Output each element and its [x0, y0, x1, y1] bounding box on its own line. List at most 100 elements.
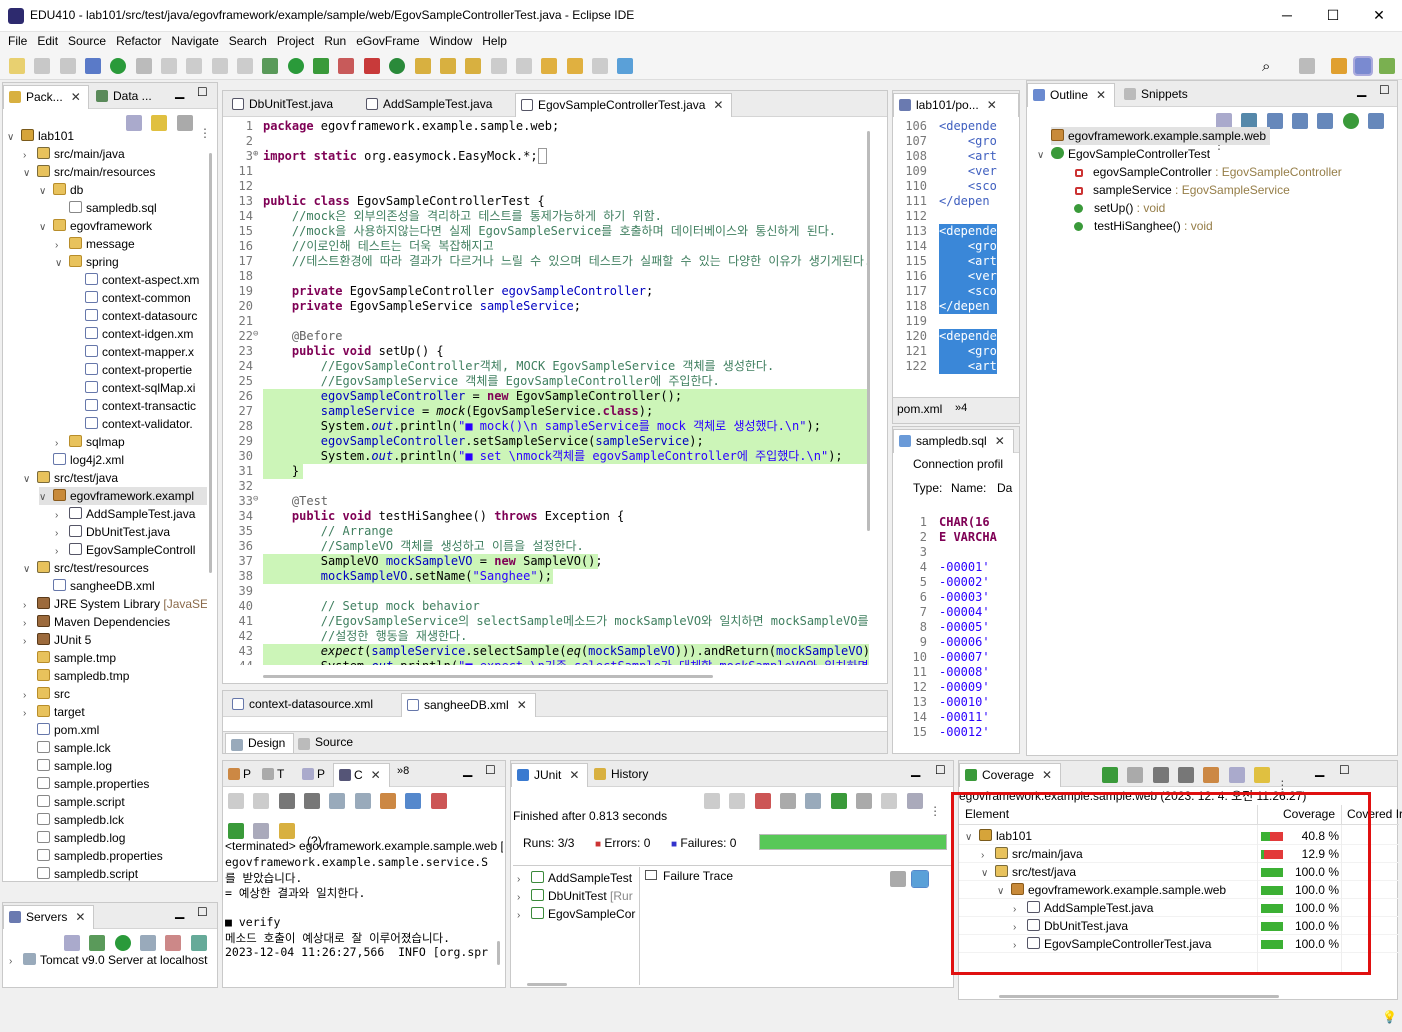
tab-pom[interactable]: lab101/po... ✕ [893, 93, 1019, 117]
code-line[interactable]: import static org.easymock.EasyMock.*; [263, 148, 547, 164]
tree-item[interactable]: sampledb.lck [23, 811, 124, 829]
editor-hscroll[interactable] [263, 675, 713, 678]
code-line[interactable]: public void testHiSanghee() throws Excep… [263, 509, 624, 524]
tree-item[interactable]: › DbUnitTest.java [55, 523, 170, 541]
hide-static-icon[interactable] [1292, 113, 1309, 129]
filter-trace-icon[interactable] [890, 871, 906, 887]
server-item[interactable]: › Tomcat v9.0 Server at localhost [9, 951, 207, 969]
maximize-view-icon[interactable]: ☐ [935, 763, 946, 777]
tree-item[interactable]: context-transactic [71, 397, 196, 415]
tree-item[interactable]: context-datasourc [71, 307, 197, 325]
tabs-overflow[interactable]: »8 [397, 765, 409, 777]
chevron-right-icon[interactable]: › [517, 907, 531, 925]
console-vscroll[interactable] [497, 941, 500, 965]
code-line[interactable]: System.out.println("■ set \nmock객체를 egov… [263, 449, 869, 464]
pom-line[interactable]: </depen [939, 299, 997, 314]
start-server-icon[interactable] [114, 935, 131, 951]
pom-line[interactable]: <art [939, 254, 997, 269]
tree-item[interactable]: sample.lck [23, 739, 111, 757]
code-line[interactable]: // Arrange [263, 524, 393, 539]
edit-icon[interactable] [186, 58, 203, 74]
back-icon[interactable] [566, 58, 583, 74]
maximize-view-icon[interactable]: ☐ [1339, 763, 1350, 777]
code-line[interactable]: //설정한 행동을 재생한다. [263, 629, 468, 644]
remove-all-sessions-icon[interactable] [1178, 767, 1195, 783]
sql-line[interactable]: -00011' [939, 710, 990, 725]
code-line[interactable]: sampleService = mock(EgovSampleService.c… [263, 404, 869, 419]
save-icon[interactable] [34, 58, 51, 74]
merge-sessions-icon[interactable] [1203, 767, 1220, 783]
pom-line[interactable]: <art [939, 149, 997, 164]
menu-run[interactable]: Run [319, 32, 351, 50]
junit-test-item[interactable]: › DbUnitTest [Rur [517, 887, 633, 905]
pom-line[interactable]: <art [939, 359, 997, 374]
code-line[interactable]: //SampleVO 객체를 생성하고 이름을 설정한다. [263, 539, 584, 554]
code-line[interactable]: private EgovSampleController egovSampleC… [263, 284, 653, 299]
sql-line[interactable]: -00001' [939, 560, 990, 575]
junit-test-item[interactable]: › AddSampleTest [517, 869, 632, 887]
junit-hscroll[interactable] [527, 983, 567, 986]
tab-coverage[interactable]: Coverage ✕ [959, 763, 1062, 787]
chevron-down-icon[interactable]: ∨ [39, 183, 53, 201]
code-line[interactable]: egovSampleController = new EgovSampleCon… [263, 389, 869, 404]
maximize-view-icon[interactable]: ☐ [485, 763, 496, 777]
stop-icon[interactable] [338, 58, 355, 74]
outline-package[interactable]: egovframework.example.sample.web [1051, 127, 1271, 145]
sql-line[interactable]: -00008' [939, 665, 990, 680]
open-folder-icon[interactable] [439, 58, 456, 74]
chevron-down-icon[interactable]: ∨ [23, 165, 37, 183]
sql-code[interactable]: 1 CHAR(16 2 E VARCHA 3 4 -00001' 5 -00002' 6 -0000… [893, 513, 1017, 737]
tree-item[interactable]: sample.tmp [23, 649, 116, 667]
annotation-prev-icon[interactable] [515, 58, 532, 74]
tree-item[interactable]: › target [23, 703, 85, 721]
session-icon[interactable] [1127, 767, 1144, 783]
stop-test-icon[interactable] [881, 793, 898, 809]
link-icon[interactable] [1254, 767, 1271, 783]
menu-refactor[interactable]: Refactor [111, 32, 166, 50]
remove-all-icon[interactable] [278, 793, 295, 809]
menu-window[interactable]: Window [425, 32, 478, 50]
sql-line[interactable]: -00005' [939, 620, 990, 635]
power-icon[interactable] [110, 58, 127, 74]
show-skipped-icon[interactable] [780, 793, 797, 809]
pom-line[interactable] [939, 209, 997, 224]
tree-item[interactable]: sangheeDB.xml [39, 577, 155, 595]
debug-icon[interactable] [262, 58, 279, 74]
collapse-icon[interactable] [64, 935, 80, 951]
sql-line[interactable]: -00007' [939, 650, 990, 665]
code-line[interactable]: private EgovSampleService sampleService; [263, 299, 581, 314]
next-failure-icon[interactable] [704, 793, 720, 809]
sql-line[interactable]: -00009' [939, 680, 990, 695]
tree-item[interactable]: context-common [71, 289, 191, 307]
tab-history[interactable]: History [589, 763, 656, 786]
menu-source[interactable]: Source [63, 32, 111, 50]
remove-session-icon[interactable] [1152, 767, 1169, 783]
code-line[interactable]: @Test [263, 494, 328, 509]
scroll-lock-icon[interactable] [805, 793, 822, 809]
maximize-button[interactable]: ☐ [1310, 0, 1356, 32]
menu-egovframe[interactable]: eGovFrame [351, 32, 424, 50]
tree-item[interactable]: sampledb.properties [23, 847, 163, 865]
open-console-icon[interactable] [85, 58, 102, 74]
code-line[interactable]: public class EgovSampleControllerTest { [263, 194, 545, 209]
tree-item[interactable]: › JUnit 5 [23, 631, 91, 649]
tree-item[interactable]: sample.script [23, 793, 125, 811]
pin-console-icon[interactable] [430, 793, 447, 809]
pom-line[interactable]: <gro [939, 239, 997, 254]
tree-item[interactable]: ∨ src/test/java [23, 469, 118, 487]
tree-item[interactable]: sample.log [23, 757, 112, 775]
tab-egovsamplecontrollertest[interactable]: EgovSampleControllerTest.java ✕ [515, 93, 733, 117]
sql-line[interactable]: -00006' [939, 635, 990, 650]
pom-line[interactable] [939, 314, 997, 329]
link-icon[interactable] [1368, 113, 1385, 129]
prev-failure-icon[interactable] [729, 793, 746, 809]
outline-class[interactable]: ∨ EgovSampleControllerTest [1037, 145, 1210, 163]
tab-addsampletest[interactable]: AddSampleTest.java [361, 93, 500, 116]
collapse-fold-icon[interactable]: ⊖ [253, 494, 258, 504]
tree-item[interactable]: › sqlmap [55, 433, 125, 451]
open-type-icon[interactable] [414, 58, 431, 74]
tab-pom-xml[interactable]: pom.xml [897, 402, 942, 416]
code-line[interactable]: //이로인해 테스트는 더욱 복잡해지고 [263, 239, 494, 254]
tree-item[interactable]: ∨ src/test/resources [23, 559, 149, 577]
tree-scrollbar[interactable] [209, 153, 212, 573]
